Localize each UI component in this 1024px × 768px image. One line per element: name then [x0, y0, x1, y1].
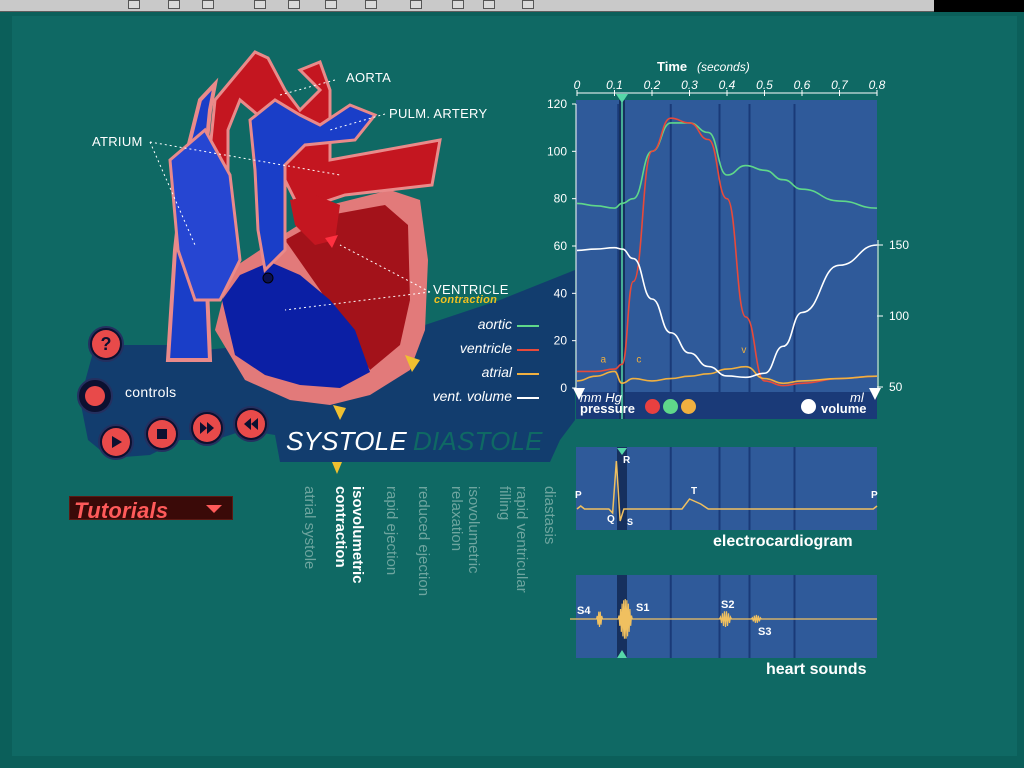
- ecg-t: T: [691, 486, 698, 497]
- sound-s1: S1: [636, 602, 650, 614]
- sound-s2: S2: [721, 599, 735, 611]
- time-label: Time: [657, 59, 688, 74]
- play-icon: [102, 428, 130, 456]
- legend-atrial: atrial: [481, 364, 512, 380]
- time-unit: (seconds): [697, 60, 750, 74]
- phase-reduced-ejection[interactable]: reduced ejection: [415, 486, 432, 596]
- pressure-caption: pressure: [580, 401, 635, 416]
- legend-swatch-aortic: [517, 325, 539, 327]
- ecg-panel: [576, 447, 877, 530]
- fast-forward-icon: [193, 414, 221, 442]
- label-pulm-artery: PULM. ARTERY: [389, 106, 488, 121]
- tutorials-label: Tutorials: [74, 498, 169, 523]
- systole-label: SYSTOLE: [286, 426, 407, 456]
- diastole-label: DIASTOLE: [413, 426, 543, 456]
- play-button[interactable]: [98, 424, 134, 460]
- sound-s3: S3: [758, 626, 772, 638]
- sound-s4: S4: [577, 605, 591, 617]
- volume-white-toggle[interactable]: [801, 399, 816, 414]
- fast-forward-button[interactable]: [189, 410, 225, 446]
- valve-marker: [262, 272, 274, 284]
- pressure-red-toggle[interactable]: [645, 399, 660, 414]
- sounds-panel: [576, 575, 877, 658]
- tutorials-dropdown[interactable]: Tutorials: [69, 496, 233, 523]
- label-atrium: ATRIUM: [92, 134, 143, 149]
- record-button[interactable]: [77, 378, 113, 414]
- ecg-s: S: [627, 517, 634, 527]
- legend-vent-volume: vent. volume: [432, 388, 512, 404]
- stop-button[interactable]: [144, 416, 180, 452]
- rewind-button[interactable]: [233, 406, 269, 442]
- record-icon: [85, 386, 105, 406]
- legend-swatch-atrial: [517, 373, 539, 375]
- sounds-caption: heart sounds: [766, 661, 867, 678]
- ecg-p1: P: [575, 490, 582, 501]
- legend-swatch-volume: [517, 397, 539, 399]
- phase-rapid-ejection[interactable]: rapid ejection: [383, 486, 400, 575]
- ecg-q: Q: [607, 514, 615, 525]
- phase-atrial-systole[interactable]: atrial systole: [301, 486, 318, 569]
- phase-pointer-icon: [332, 462, 342, 474]
- chevron-down-icon: [206, 505, 222, 513]
- phase-isovolumetric-relaxation[interactable]: isovolumetric relaxation: [448, 486, 482, 574]
- ecg-r: R: [623, 455, 631, 466]
- rewind-icon: [237, 410, 265, 438]
- volume-caption: volume: [821, 401, 867, 416]
- pressure-orange-toggle[interactable]: [681, 399, 696, 414]
- phase-isovolumetric-contraction[interactable]: isovolumetric contraction: [332, 486, 366, 584]
- label-contraction: contraction: [434, 294, 498, 306]
- pressure-chart-panel: [576, 100, 877, 392]
- question-icon: ?: [92, 330, 120, 358]
- legend-aortic: aortic: [477, 316, 512, 332]
- controls-label: controls: [125, 384, 177, 400]
- ecg-caption: electrocardiogram: [713, 533, 853, 550]
- legend-swatch-ventricle: [517, 349, 539, 351]
- ecg-p2: P: [871, 490, 878, 501]
- label-aorta: AORTA: [346, 70, 392, 85]
- phase-diastasis[interactable]: diastasis: [541, 486, 558, 544]
- stop-icon: [148, 420, 176, 448]
- legend-ventricle: ventricle: [459, 340, 512, 356]
- pressure-green-toggle[interactable]: [663, 399, 678, 414]
- phase-rapid-ventricular-filling[interactable]: rapid ventricular filling: [496, 486, 530, 593]
- help-button[interactable]: ?: [88, 326, 124, 362]
